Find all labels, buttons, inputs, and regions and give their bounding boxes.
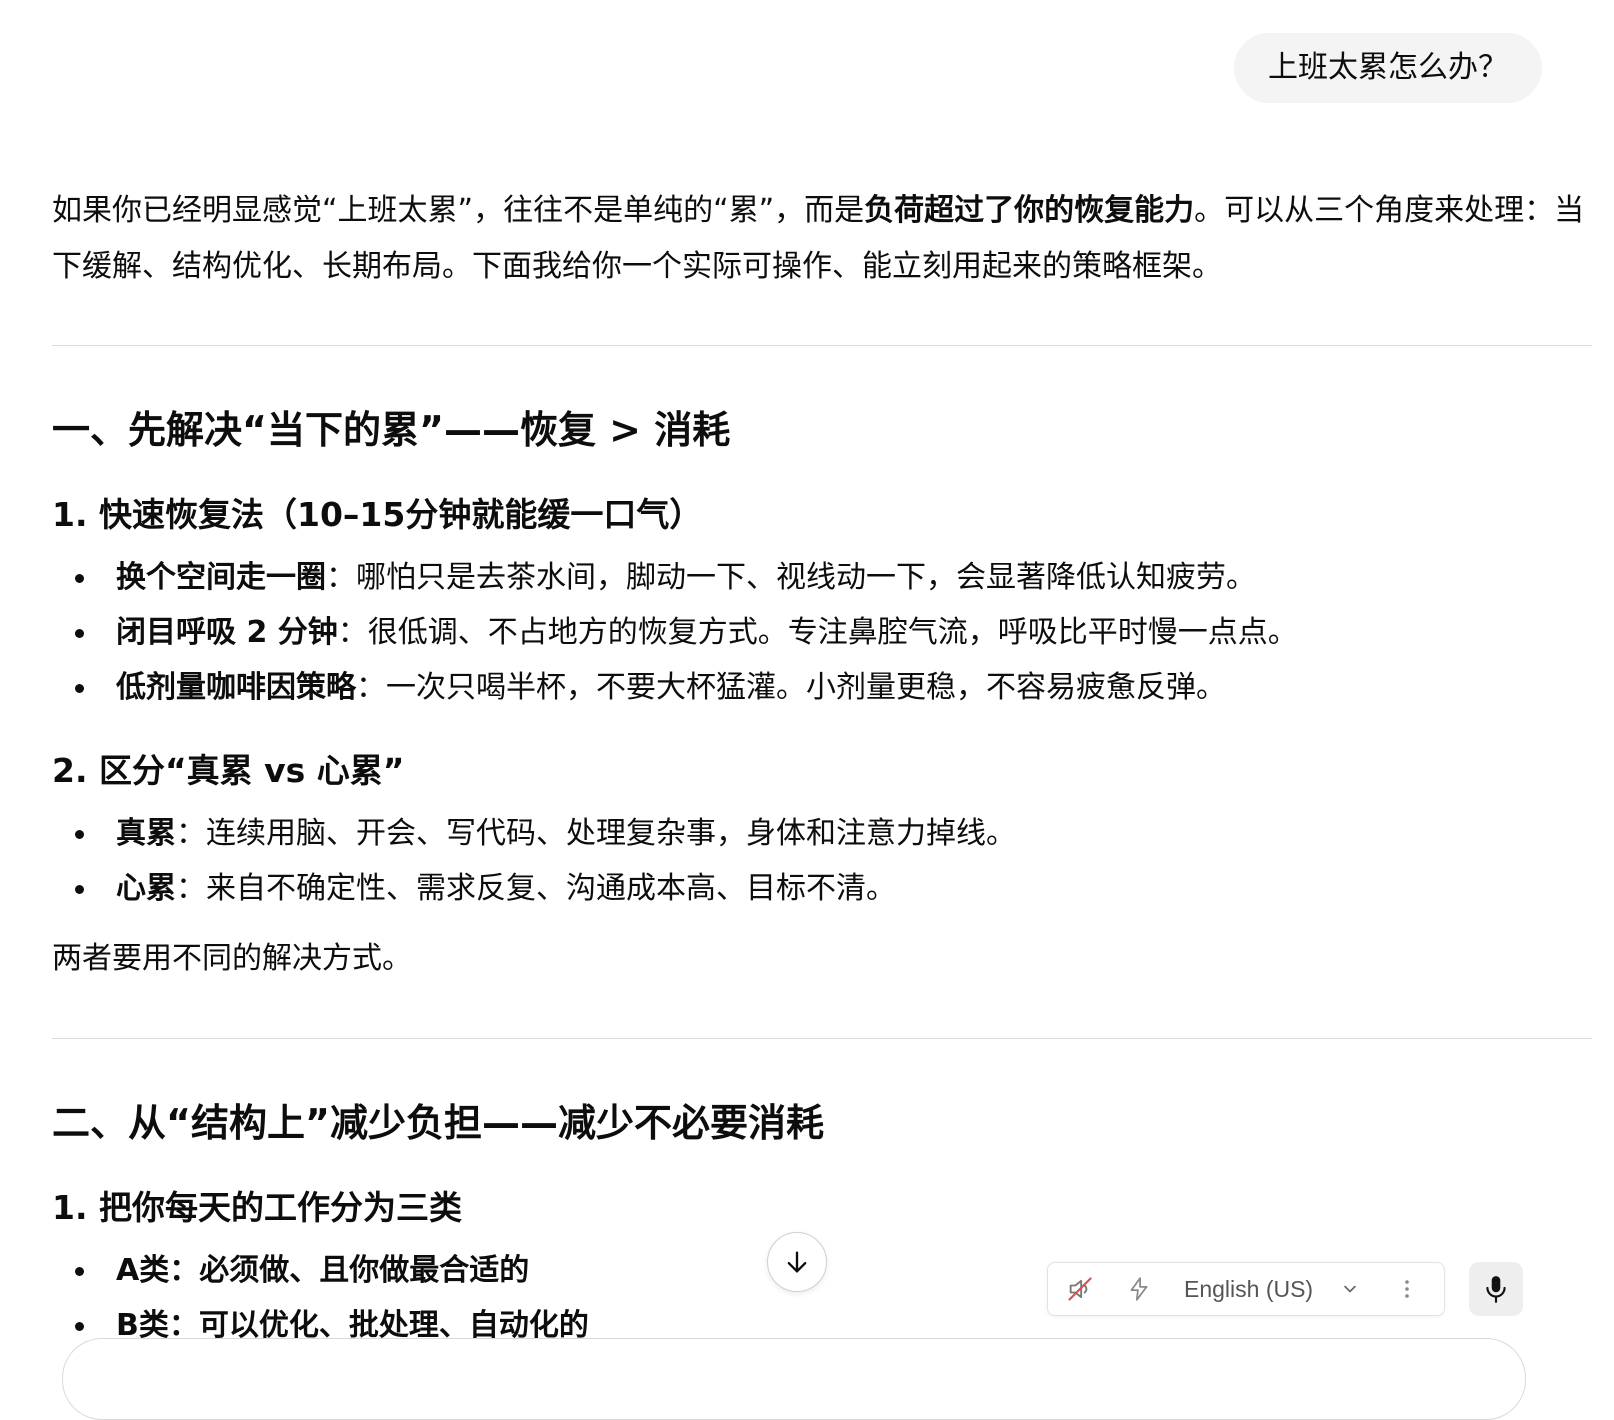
list-item-text: ：一次只喝半杯，不要大杯猛灌。小剂量更稳，不容易疲惫反弹。 — [356, 670, 1226, 705]
list-item-term: 闭目呼吸 2 分钟 — [116, 615, 338, 650]
more-vertical-icon — [1405, 1280, 1409, 1298]
lightning-button[interactable] — [1125, 1275, 1153, 1303]
list-item: 真累：连续用脑、开会、写代码、处理复杂事，身体和注意力掉线。 — [52, 806, 1016, 861]
language-selector[interactable]: English (US) — [1184, 1263, 1313, 1315]
list-item-text: ：哪怕只是去茶水间，脚动一下、视线动一下，会显著降低认知疲劳。 — [326, 560, 1256, 595]
list-item-term: 换个空间走一圈 — [116, 560, 326, 595]
scroll-to-bottom-button[interactable] — [767, 1232, 827, 1292]
section1-heading: 一、先解决“当下的累”——恢复 > 消耗 — [52, 408, 731, 452]
microphone-icon — [1486, 1276, 1506, 1303]
list-item: 心累：来自不确定性、需求反复、沟通成本高、目标不清。 — [52, 861, 1016, 916]
intro-paragraph: 如果你已经明显感觉“上班太累”，往往不是单纯的“累”，而是负荷超过了你的恢复能力… — [52, 183, 1592, 295]
list-item-text: ：来自不确定性、需求反复、沟通成本高、目标不清。 — [176, 871, 896, 906]
more-options-button[interactable] — [1393, 1275, 1421, 1303]
language-dropdown-button[interactable] — [1336, 1275, 1364, 1303]
section1-sub1-list: 换个空间走一圈：哪怕只是去茶水间，脚动一下、视线动一下，会显著降低认知疲劳。 闭… — [52, 550, 1298, 715]
list-item: 换个空间走一圈：哪怕只是去茶水间，脚动一下、视线动一下，会显著降低认知疲劳。 — [52, 550, 1298, 605]
intro-text-bold: 负荷超过了你的恢复能力 — [864, 193, 1195, 228]
list-item: 低剂量咖啡因策略：一次只喝半杯，不要大杯猛灌。小剂量更稳，不容易疲惫反弹。 — [52, 660, 1298, 715]
section2-sub1-heading: 1. 把你每天的工作分为三类 — [52, 1188, 462, 1227]
section2-sub1-list: A类：必须做、且你做最合适的 B类：可以优化、批处理、自动化的 — [52, 1243, 589, 1353]
arrow-down-icon — [787, 1251, 807, 1273]
section1-sub1-heading: 1. 快速恢复法（10–15分钟就能缓一口气） — [52, 495, 703, 534]
list-item: A类：必须做、且你做最合适的 — [52, 1243, 589, 1298]
divider — [52, 345, 1592, 346]
list-item-text: ：很低调、不占地方的恢复方式。专注鼻腔气流，呼吸比平时慢一点点。 — [337, 615, 1298, 650]
section1-sub2-list: 真累：连续用脑、开会、写代码、处理复杂事，身体和注意力掉线。 心累：来自不确定性… — [52, 806, 1016, 916]
divider — [52, 1038, 1592, 1039]
section1-sub2-heading: 2. 区分“真累 vs 心累” — [52, 751, 405, 790]
chevron-down-icon — [1344, 1285, 1356, 1293]
list-item: 闭目呼吸 2 分钟：很低调、不占地方的恢复方式。专注鼻腔气流，呼吸比平时慢一点点… — [52, 605, 1298, 660]
intro-text-before: 如果你已经明显感觉“上班太累”，往往不是单纯的“累”，而是 — [52, 193, 865, 228]
user-message-text: 上班太累怎么办？ — [1268, 50, 1508, 85]
list-item-term: 真累 — [116, 816, 176, 851]
message-composer[interactable] — [62, 1338, 1526, 1420]
lightning-icon — [1130, 1277, 1148, 1301]
user-message-bubble: 上班太累怎么办？ — [1234, 33, 1542, 103]
voice-input-toolbar: English (US) — [1047, 1262, 1445, 1316]
microphone-button[interactable] — [1469, 1262, 1523, 1316]
section2-heading: 二、从“结构上”减少负担——减少不必要消耗 — [52, 1101, 824, 1145]
speaker-muted-icon — [1068, 1277, 1092, 1301]
section1-closing: 两者要用不同的解决方式。 — [52, 941, 412, 976]
list-item-text: ：连续用脑、开会、写代码、处理复杂事，身体和注意力掉线。 — [176, 816, 1016, 851]
list-item-term: 低剂量咖啡因策略 — [116, 670, 356, 705]
speaker-muted-button[interactable] — [1066, 1275, 1094, 1303]
list-item-term: 心累 — [116, 871, 176, 906]
list-item-term: A类：必须做、且你做最合适的 — [116, 1253, 530, 1288]
